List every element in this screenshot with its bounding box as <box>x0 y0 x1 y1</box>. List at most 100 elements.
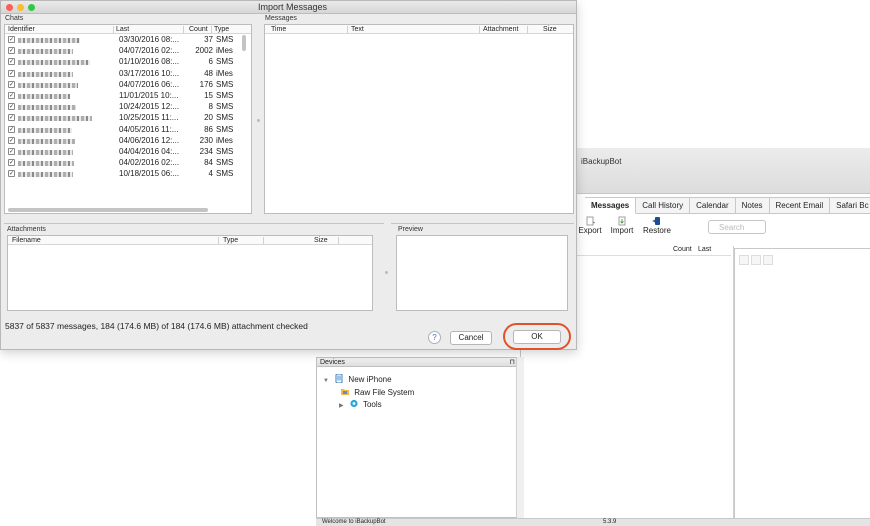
close-window-button[interactable] <box>6 4 13 11</box>
redacted-identifier <box>18 82 78 88</box>
cancel-button[interactable]: Cancel <box>450 331 492 345</box>
restore-button[interactable]: Restore <box>640 216 674 235</box>
redacted-identifier <box>18 49 73 55</box>
chat-type: SMS <box>216 124 234 134</box>
table-row[interactable]: ✓ 11/01/2015 10:... 15 SMS <box>8 91 248 101</box>
splitter-handle[interactable] <box>385 271 388 274</box>
chat-type: SMS <box>216 91 234 100</box>
chat-type: SMS <box>216 102 234 112</box>
table-row[interactable]: ✓ 04/06/2016 12:... 230 iMes <box>8 136 248 146</box>
chat-count: 6 <box>208 57 213 67</box>
column-text[interactable]: Text <box>351 25 364 34</box>
table-row[interactable]: ✓ 04/05/2016 11:... 86 SMS <box>8 125 248 135</box>
column-last[interactable]: Last <box>116 25 129 34</box>
row-checkbox[interactable]: ✓ <box>8 69 15 77</box>
export-button[interactable]: Export <box>576 216 604 235</box>
ibackupbot-toolbar: Export Import Restore Search <box>576 216 870 242</box>
tab-messages[interactable]: Messages <box>585 197 637 214</box>
row-checkbox[interactable]: ✓ <box>8 170 15 178</box>
search-input[interactable]: Search <box>708 220 766 234</box>
chat-count: 8 <box>208 102 213 112</box>
column-attachment[interactable]: Attachment <box>483 25 518 34</box>
checked-summary: 5837 of 5837 messages, 184 (174.6 MB) of… <box>5 321 308 331</box>
tab-calendar[interactable]: Calendar <box>690 197 736 214</box>
table-row[interactable]: ✓ 10/24/2015 12:... 8 SMS <box>8 102 248 112</box>
column-size[interactable]: Size <box>314 236 328 245</box>
chat-count: 20 <box>204 113 213 123</box>
chat-type: iMes <box>216 46 233 56</box>
restore-icon <box>652 217 660 225</box>
chat-last: 10/18/2015 06:... <box>119 169 180 179</box>
column-identifier[interactable]: Identifier <box>8 25 35 34</box>
row-checkbox[interactable]: ✓ <box>8 159 15 167</box>
folder-icon <box>341 389 349 395</box>
tab-recent-email[interactable]: Recent Email <box>769 197 831 214</box>
chat-last: 04/07/2016 06:... <box>119 79 180 89</box>
row-checkbox[interactable]: ✓ <box>8 114 15 122</box>
chat-type: SMS <box>216 35 234 44</box>
chats-vertical-scrollbar[interactable] <box>242 35 246 51</box>
tree-item-new-iphone[interactable]: ▼ New iPhone <box>323 374 392 384</box>
chat-type: SMS <box>216 169 234 179</box>
row-checkbox[interactable]: ✓ <box>8 103 15 111</box>
table-row[interactable]: ✓ 03/30/2016 08:... 37 SMS <box>8 35 248 45</box>
help-button[interactable]: ? <box>428 331 441 344</box>
table-row[interactable]: ✓ 10/25/2015 11:... 20 SMS <box>8 113 248 123</box>
table-row[interactable]: ✓ 04/02/2016 02:... 84 SMS <box>8 158 248 168</box>
column-count[interactable]: Count <box>673 246 692 253</box>
chat-type: SMS <box>216 79 234 89</box>
disclosure-expanded-icon[interactable]: ▼ <box>323 378 329 384</box>
row-checkbox[interactable]: ✓ <box>8 136 15 144</box>
table-row[interactable]: ✓ 10/18/2015 06:... 4 SMS <box>8 169 248 179</box>
disclosure-collapsed-icon[interactable]: ▶ <box>339 403 344 409</box>
column-type[interactable]: Type <box>214 25 229 34</box>
table-row[interactable]: ✓ 01/10/2016 08:... 6 SMS <box>8 57 248 67</box>
redacted-identifier <box>18 105 76 111</box>
tab-call-history[interactable]: Call History <box>636 197 691 214</box>
chats-horizontal-scrollbar[interactable] <box>8 208 208 212</box>
minimize-window-button[interactable] <box>17 4 24 11</box>
redacted-identifier <box>18 138 75 144</box>
detail-pane <box>734 248 870 523</box>
import-button[interactable]: Import <box>608 216 636 235</box>
tree-item-raw-file-system[interactable]: Raw File System <box>341 387 414 397</box>
tab-safari[interactable]: Safari Bc <box>830 197 870 214</box>
row-checkbox[interactable]: ✓ <box>8 92 15 99</box>
devices-splitter[interactable] <box>516 357 524 518</box>
chat-count: 48 <box>204 68 213 78</box>
row-checkbox[interactable]: ✓ <box>8 36 15 43</box>
pin-icon[interactable]: ⊓ <box>510 358 515 367</box>
row-checkbox[interactable]: ✓ <box>8 148 15 155</box>
table-row[interactable]: ✓ 04/07/2016 02:... 2002 iMes <box>8 46 248 56</box>
row-checkbox[interactable]: ✓ <box>8 58 15 66</box>
delete-icon[interactable] <box>751 255 761 265</box>
column-size[interactable]: Size <box>543 25 557 34</box>
chat-type: SMS <box>216 147 234 156</box>
table-row[interactable]: ✓ 04/07/2016 06:... 176 SMS <box>8 80 248 90</box>
column-filename[interactable]: Filename <box>12 236 41 245</box>
chat-count: 2002 <box>195 46 213 56</box>
chat-type: SMS <box>216 57 234 67</box>
zoom-window-button[interactable] <box>28 4 35 11</box>
devices-header: Devices ⊓ <box>317 358 519 367</box>
row-checkbox[interactable]: ✓ <box>8 47 15 55</box>
tab-notes[interactable]: Notes <box>735 197 770 214</box>
dialog-titlebar: Import Messages <box>1 1 576 14</box>
chat-type: SMS <box>216 158 234 168</box>
table-row[interactable]: ✓ 04/04/2016 04:... 234 SMS <box>8 147 248 157</box>
chat-last: 11/01/2015 10:... <box>119 91 179 100</box>
row-checkbox[interactable]: ✓ <box>8 80 15 88</box>
table-row[interactable]: ✓ 03/17/2016 10:... 48 iMes <box>8 69 248 79</box>
column-count[interactable]: Count <box>189 25 208 34</box>
new-icon[interactable] <box>739 255 749 265</box>
tree-item-tools[interactable]: ▶ Tools <box>339 399 382 409</box>
column-last[interactable]: Last <box>698 246 711 253</box>
chat-count: 37 <box>204 35 213 44</box>
messages-label: Messages <box>265 15 297 22</box>
splitter-handle[interactable] <box>257 119 260 122</box>
column-time[interactable]: Time <box>271 25 286 34</box>
ibackupbot-tab-bar: Messages Call History Calendar Notes Rec… <box>585 197 870 214</box>
row-checkbox[interactable]: ✓ <box>8 125 15 133</box>
column-type[interactable]: Type <box>223 236 238 245</box>
page-icon[interactable] <box>763 255 773 265</box>
